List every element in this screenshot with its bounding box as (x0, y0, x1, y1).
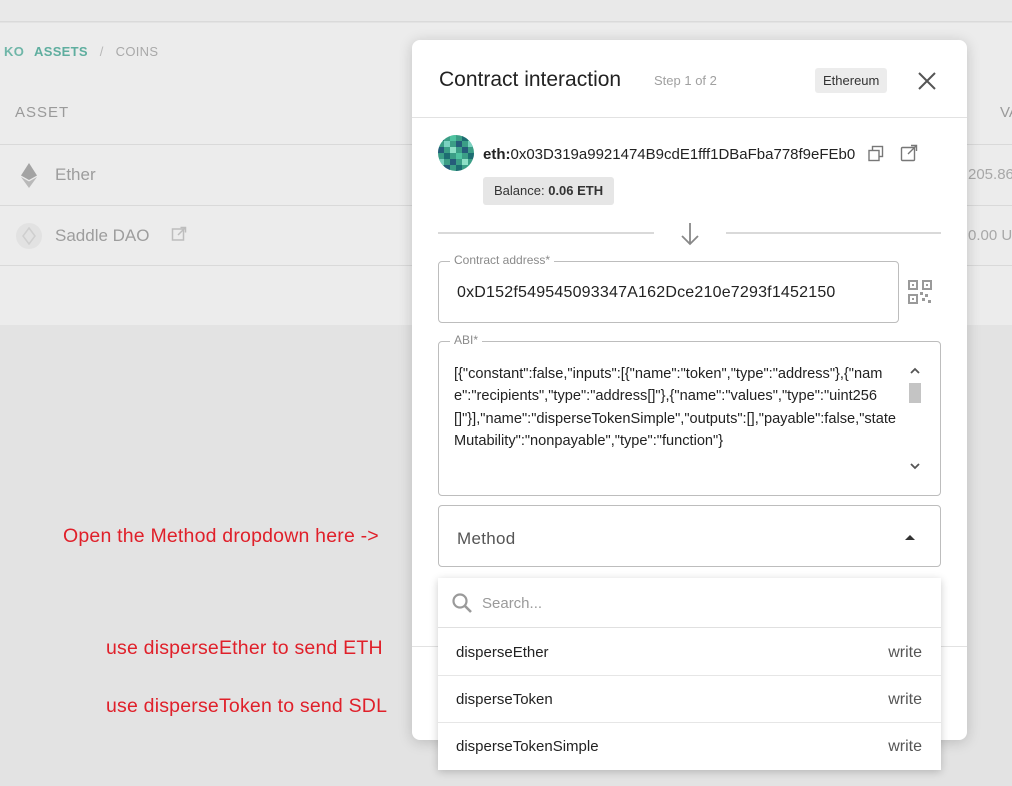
abi-label: ABI* (450, 333, 483, 347)
method-option-kind: write (888, 644, 922, 661)
token-icon (16, 223, 42, 249)
divider (726, 232, 941, 234)
search-icon (452, 593, 472, 613)
asset-name: Ether (55, 165, 96, 184)
scrollbar-thumb[interactable] (909, 383, 921, 403)
column-header-value[interactable]: VA (1000, 104, 1012, 121)
method-option-disperse-ether[interactable]: disperseEther write (438, 629, 941, 676)
scrollbar[interactable] (906, 362, 924, 475)
arrow-down-icon (681, 223, 699, 246)
close-icon[interactable] (916, 70, 938, 92)
breadcrumb-separator: / (99, 44, 104, 59)
search-input[interactable] (482, 590, 922, 616)
external-link-icon[interactable] (171, 226, 187, 242)
asset-value: 205.86 (968, 166, 1012, 183)
balance-value: 0.06 ETH (548, 183, 604, 198)
method-option-kind: write (888, 738, 922, 755)
address-value: 0x03D319a9921474B9cdE1fff1DBaFba778f9eFE… (510, 146, 856, 163)
balance-label: Balance: (494, 183, 545, 198)
asset-name: Saddle DAO (55, 226, 150, 245)
method-option-disperse-token-simple[interactable]: disperseTokenSimple write (438, 723, 941, 770)
breadcrumb: KO ASSETS / COINS (4, 44, 158, 59)
method-option-name: disperseEther (456, 644, 549, 661)
scroll-up-icon[interactable] (906, 362, 924, 380)
external-link-icon[interactable] (900, 144, 918, 162)
dropdown-search (438, 578, 941, 628)
method-option-name: disperseToken (456, 691, 553, 708)
copy-icon[interactable] (867, 145, 885, 163)
divider (438, 232, 654, 234)
method-option-disperse-token[interactable]: disperseToken write (438, 676, 941, 723)
scroll-down-icon[interactable] (906, 457, 924, 475)
asset-value: 0.00 U (968, 227, 1012, 244)
caret-up-icon (905, 535, 915, 540)
column-header-asset[interactable]: ASSET (15, 104, 69, 121)
annotation-open-method: Open the Method dropdown here -> (63, 525, 379, 547)
balance-badge: Balance: 0.06 ETH (483, 177, 615, 205)
top-bar (0, 0, 1012, 22)
breadcrumb-logo[interactable]: KO (4, 44, 24, 59)
method-dropdown: disperseEther write disperseToken write … (438, 578, 941, 770)
annotation-use-ether: use disperseEther to send ETH (106, 637, 383, 659)
method-option-kind: write (888, 691, 922, 708)
method-option-name: disperseTokenSimple (456, 738, 599, 755)
modal-header: Contract interaction Step 1 of 2 Ethereu… (412, 40, 967, 118)
abi-field[interactable]: ABI* [{"constant":false,"inputs":[{"name… (438, 333, 941, 496)
contract-address-field[interactable]: Contract address* 0xD152f549545093347A16… (438, 253, 899, 323)
ethereum-icon (21, 163, 37, 188)
annotation-use-token: use disperseToken to send SDL (106, 695, 388, 717)
method-placeholder: Method (457, 529, 516, 548)
avatar (438, 135, 474, 171)
account-address: eth:0x03D319a9921474B9cdE1fff1DBaFba778f… (483, 146, 855, 163)
contract-address-label: Contract address* (450, 253, 555, 267)
abi-textarea[interactable]: [{"constant":false,"inputs":[{"name":"to… (454, 363, 906, 475)
qr-code-icon[interactable] (908, 280, 932, 304)
contract-address-input[interactable]: 0xD152f549545093347A162Dce210e7293f14521… (457, 284, 836, 302)
breadcrumb-coins[interactable]: COINS (116, 44, 159, 59)
step-indicator: Step 1 of 2 (654, 73, 717, 88)
network-badge: Ethereum (815, 68, 888, 93)
breadcrumb-assets[interactable]: ASSETS (34, 44, 88, 59)
address-prefix: eth: (483, 146, 511, 163)
method-select[interactable]: Method (438, 505, 941, 567)
modal-title: Contract interaction (439, 68, 622, 91)
